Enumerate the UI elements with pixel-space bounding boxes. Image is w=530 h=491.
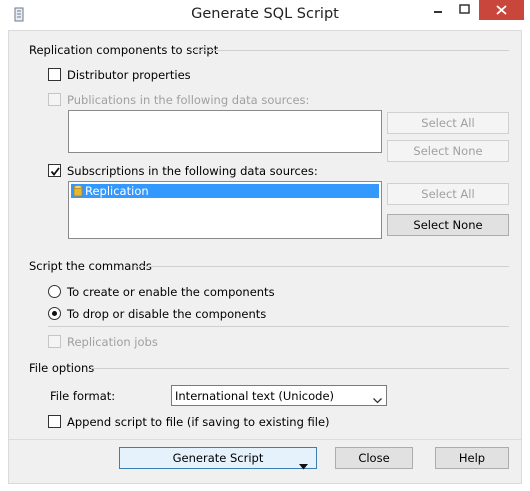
maximize-button[interactable] (451, 0, 477, 20)
list-item-label: Replication (85, 184, 149, 198)
section-divider (135, 266, 509, 267)
section-divider (193, 50, 509, 51)
publications-list[interactable] (68, 110, 382, 153)
replication-jobs-label: Replication jobs (67, 335, 158, 349)
generate-script-label: Generate Script (172, 451, 264, 465)
publications-label: Publications in the following data sourc… (67, 93, 310, 107)
replication-jobs-checkbox[interactable] (48, 335, 61, 348)
file-format-value: International text (Unicode) (175, 389, 335, 403)
title-bar[interactable]: Generate SQL Script (0, 0, 530, 30)
file-options-section-label: File options (29, 361, 95, 375)
footer-divider (9, 439, 521, 440)
checkmark-icon (50, 167, 60, 176)
replication-section-label: Replication components to script (29, 43, 219, 57)
distributor-label: Distributor properties (67, 68, 191, 82)
file-format-select[interactable]: International text (Unicode) (171, 385, 387, 406)
section-divider (91, 368, 509, 369)
minimize-button[interactable] (425, 0, 451, 20)
generate-script-button[interactable]: Generate Script (119, 447, 317, 470)
file-format-label: File format: (50, 389, 116, 403)
list-item[interactable]: Replication (71, 184, 379, 198)
close-button[interactable]: Close (335, 447, 413, 469)
dialog-body: Replication components to script Distrib… (8, 30, 522, 484)
subscriptions-list[interactable]: Replication (68, 181, 382, 239)
chevron-down-icon (373, 393, 382, 407)
publications-select-none-button[interactable]: Select None (387, 140, 509, 162)
close-icon (496, 5, 507, 15)
create-option-label: To create or enable the components (67, 285, 275, 299)
subscriptions-checkbox[interactable] (48, 164, 61, 177)
section-divider (48, 326, 509, 327)
dropdown-arrow-icon[interactable] (299, 456, 308, 476)
commands-section-label: Script the commands (29, 259, 152, 273)
create-option-radio[interactable] (48, 285, 61, 298)
subscriptions-select-all-button[interactable]: Select All (387, 183, 509, 205)
distributor-checkbox[interactable] (48, 68, 61, 81)
drop-option-label: To drop or disable the components (67, 307, 267, 321)
publications-checkbox[interactable] (48, 93, 61, 106)
append-checkbox[interactable] (48, 415, 61, 428)
append-label: Append script to file (if saving to exis… (67, 415, 330, 429)
help-button[interactable]: Help (435, 447, 509, 469)
database-icon (73, 184, 83, 200)
publications-select-all-button[interactable]: Select All (387, 112, 509, 134)
subscriptions-label: Subscriptions in the following data sour… (67, 164, 318, 178)
close-window-button[interactable] (479, 0, 524, 20)
radio-selected-dot (52, 311, 57, 316)
dialog-window: Generate SQL Script Replication componen… (0, 0, 530, 491)
subscriptions-select-none-button[interactable]: Select None (387, 214, 509, 236)
drop-option-radio[interactable] (48, 307, 61, 320)
